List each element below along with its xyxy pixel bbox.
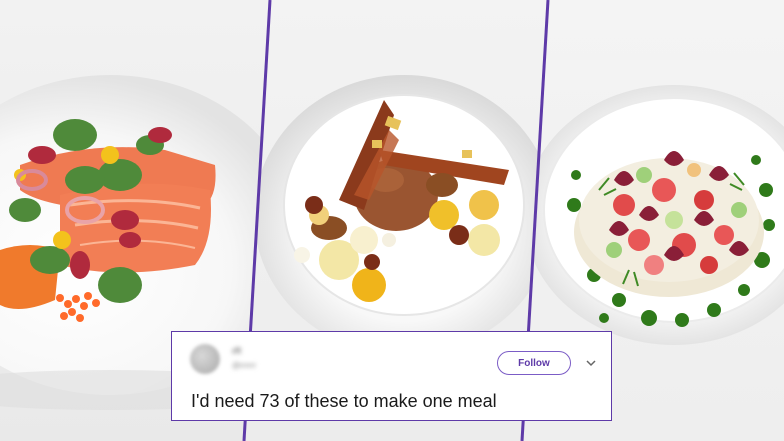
chevron-down-icon[interactable] xyxy=(585,357,597,369)
follow-label: Follow xyxy=(518,357,550,369)
follow-button[interactable]: Follow xyxy=(497,351,571,375)
avatar[interactable] xyxy=(190,344,220,374)
tweet-text: I'd need 73 of these to make one meal xyxy=(191,391,497,411)
photo-collage: rR @rrrrrr Follow I'd need 73 of these t… xyxy=(0,0,784,441)
tweet-card: rR @rrrrrr Follow I'd need 73 of these t… xyxy=(171,331,612,421)
tweet-handle[interactable]: @rrrrrr xyxy=(232,361,256,370)
tweet-username[interactable]: rR xyxy=(232,346,250,356)
